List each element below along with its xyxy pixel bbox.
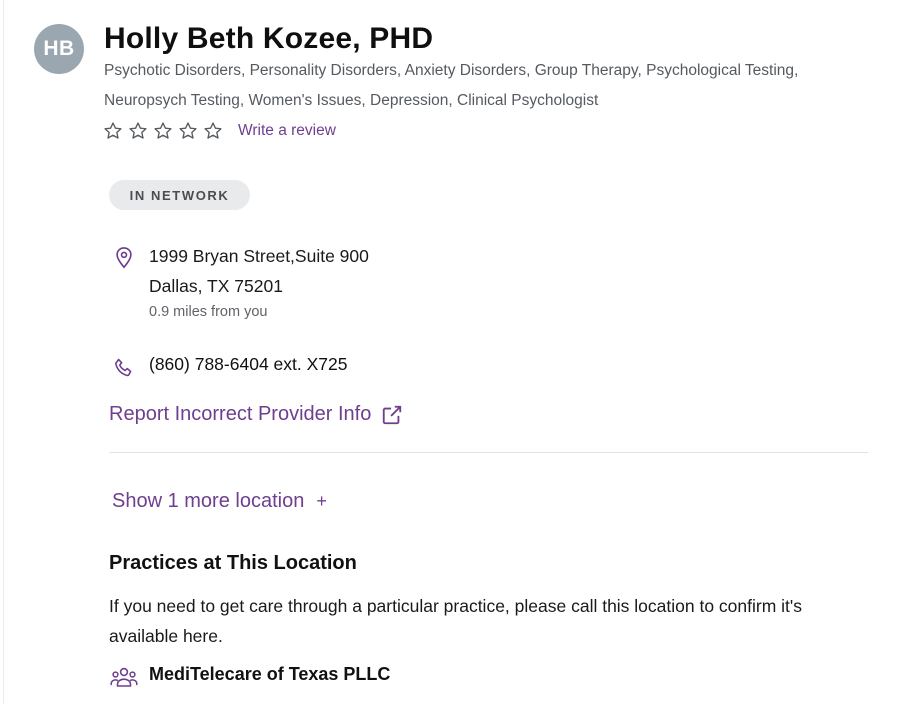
practices-description: If you need to get care through a partic… — [109, 596, 803, 646]
star-outline-icon[interactable] — [178, 121, 198, 141]
star-outline-icon[interactable] — [153, 121, 173, 141]
address-line-1: 1999 Bryan Street,Suite 900 — [149, 246, 369, 266]
specialties-list: Psychotic Disorders, Personality Disorde… — [104, 62, 799, 109]
write-review-link[interactable]: Write a review — [238, 122, 336, 140]
location-pin-icon — [116, 247, 132, 269]
phone-icon — [115, 358, 132, 377]
avatar: HB — [34, 24, 84, 74]
external-link-icon — [383, 405, 402, 424]
section-divider — [109, 452, 868, 453]
star-rating: Write a review — [103, 121, 336, 141]
star-outline-icon[interactable] — [203, 121, 223, 141]
in-network-badge: IN NETWORK — [109, 180, 250, 210]
avatar-initials: HB — [43, 37, 75, 60]
plus-icon: + — [316, 491, 327, 511]
practices-heading: Practices at This Location — [109, 552, 357, 574]
star-outline-icon[interactable] — [103, 121, 123, 141]
report-link-label: Report Incorrect Provider Info — [109, 403, 372, 425]
phone-number-link[interactable]: (860) 788-6404 ext. X725 — [149, 354, 347, 375]
practice-name[interactable]: MediTelecare of Texas PLLC — [149, 664, 390, 685]
show-more-locations-button[interactable]: Show 1 more location + — [112, 490, 327, 513]
left-border — [3, 0, 4, 704]
address-block: 1999 Bryan Street,Suite 900 Dallas, TX 7… — [149, 241, 369, 301]
address-line-2: Dallas, TX 75201 — [149, 276, 283, 296]
distance-text: 0.9 miles from you — [149, 304, 268, 320]
group-icon — [110, 667, 138, 687]
report-incorrect-info-link[interactable]: Report Incorrect Provider Info — [109, 403, 403, 426]
show-more-label: Show 1 more location — [112, 490, 305, 512]
star-outline-icon[interactable] — [128, 121, 148, 141]
provider-name: Holly Beth Kozee, PHD — [104, 22, 434, 55]
